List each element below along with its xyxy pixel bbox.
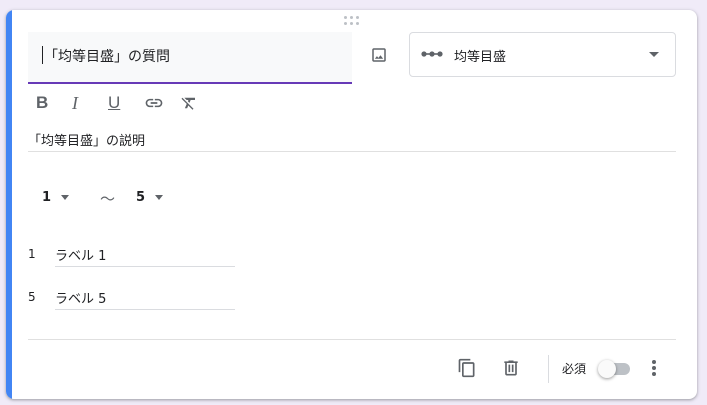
max-label-number: 5: [28, 290, 36, 304]
question-title-placeholder: 「均等目盛」の質問: [44, 49, 170, 65]
image-icon: [372, 48, 386, 62]
question-type-select[interactable]: 均等目盛: [409, 32, 676, 77]
footer-vertical-divider: [548, 355, 549, 383]
add-image-button[interactable]: [366, 42, 392, 68]
question-title-input[interactable]: 「均等目盛」の質問: [28, 32, 352, 84]
clear-format-button[interactable]: [180, 92, 216, 114]
required-label: 必須: [562, 362, 587, 376]
question-card[interactable]: 「均等目盛」の質問 均等目盛 B I U 「均等目盛」の説明 1 〜 5 1 ラ…: [6, 10, 697, 399]
link-button[interactable]: [144, 92, 180, 114]
more-options-button[interactable]: [646, 358, 662, 378]
drag-handle-icon[interactable]: [344, 16, 360, 26]
min-label-number: 1: [28, 247, 36, 261]
link-icon: [145, 98, 163, 108]
range-separator: 〜: [100, 190, 116, 208]
underline-button[interactable]: U: [108, 92, 144, 114]
active-card-indicator: [6, 10, 12, 399]
clear-format-icon: [181, 97, 195, 110]
text-cursor: [42, 46, 43, 64]
linear-scale-icon: [421, 51, 443, 57]
question-description-input[interactable]: 「均等目盛」の説明: [28, 130, 676, 152]
delete-button[interactable]: [500, 357, 522, 379]
dropdown-arrow-icon: [61, 195, 70, 200]
more-vert-icon: [652, 360, 656, 364]
dropdown-arrow-icon: [649, 52, 659, 57]
duplicate-button[interactable]: [456, 357, 478, 379]
min-label-input[interactable]: ラベル 1: [55, 245, 235, 267]
dropdown-arrow-icon: [155, 195, 164, 200]
trash-icon: [504, 360, 518, 376]
scale-min-select[interactable]: 1: [42, 190, 70, 205]
max-label-input[interactable]: ラベル 5: [55, 288, 235, 310]
bold-button[interactable]: B: [36, 92, 72, 114]
duplicate-icon: [458, 358, 475, 378]
format-toolbar: B I U: [36, 92, 216, 114]
scale-max-value: 5: [136, 190, 146, 205]
required-toggle[interactable]: [598, 360, 632, 378]
toggle-thumb: [598, 360, 616, 378]
scale-max-select[interactable]: 5: [136, 190, 164, 205]
scale-min-value: 1: [42, 190, 52, 205]
italic-button[interactable]: I: [72, 92, 108, 114]
question-type-label: 均等目盛: [454, 50, 507, 65]
footer-divider: [28, 339, 676, 340]
